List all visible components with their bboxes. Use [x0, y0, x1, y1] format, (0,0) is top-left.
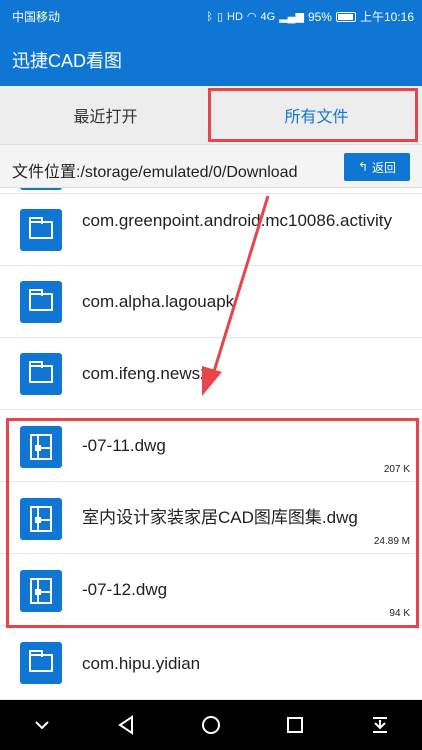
- back-button-label: 返回: [372, 160, 397, 175]
- notification-pull-button[interactable]: [360, 705, 400, 745]
- file-list[interactable]: com.greenpoint.android.mc10086.activity …: [0, 188, 422, 700]
- file-name: com.hipu.yidian: [82, 654, 201, 673]
- file-name: -07-11.dwg: [82, 436, 166, 455]
- tab-all-files[interactable]: 所有文件: [211, 86, 422, 144]
- dwg-file-icon: [20, 570, 62, 612]
- file-size: 94 K: [389, 608, 410, 619]
- list-item[interactable]: 室内设计家装家居CAD图库图集.dwg 24.89 M: [0, 482, 422, 554]
- list-item[interactable]: com.ifeng.news2: [0, 338, 422, 410]
- file-size: 207 K: [383, 464, 410, 475]
- hide-nav-button[interactable]: [22, 705, 62, 745]
- dwg-file-icon: [20, 426, 62, 468]
- chevron-down-icon: [35, 721, 49, 730]
- folder-icon: [20, 209, 62, 251]
- hd-badge: HD: [227, 10, 243, 23]
- list-item[interactable]: com.alpha.lagouapk: [0, 266, 422, 338]
- home-nav-button[interactable]: [191, 705, 231, 745]
- app-title: 迅捷CAD看图: [12, 51, 123, 71]
- network-type: 4G: [260, 10, 276, 23]
- tab-recent[interactable]: 最近打开: [0, 86, 211, 144]
- path-bar: 文件位置:/storage/emulated/0/Download ↰ 返回: [0, 144, 422, 188]
- folder-icon: [20, 353, 62, 395]
- signal-icon: ▂▄▆: [279, 10, 304, 23]
- status-bar: 中国移动 ᛒ ▯ HD ◠ 4G ▂▄▆ 95% 上午10:16: [0, 0, 422, 30]
- list-item[interactable]: -07-11.dwg 207 K: [0, 410, 422, 482]
- recents-nav-button[interactable]: [275, 705, 315, 745]
- triangle-back-icon: [117, 715, 133, 735]
- file-size: 24.89 M: [373, 536, 410, 547]
- app-bar: 迅捷CAD看图: [0, 30, 422, 86]
- folder-icon: [20, 281, 62, 323]
- circle-home-icon: [201, 716, 220, 734]
- navigation-bar: [0, 700, 422, 750]
- clock: 上午10:16: [359, 10, 414, 24]
- file-name: 室内设计家装家居CAD图库图集.dwg: [82, 508, 358, 527]
- file-name: com.greenpoint.android.mc10086.activity: [82, 211, 392, 230]
- current-path: 文件位置:/storage/emulated/0/Download: [12, 164, 298, 181]
- carrier-label: 中国移动: [12, 10, 61, 24]
- back-button[interactable]: ↰ 返回: [344, 153, 410, 181]
- list-item[interactable]: com.greenpoint.android.mc10086.activity: [0, 194, 422, 266]
- file-name: -07-12.dwg: [82, 580, 168, 599]
- folder-icon: [20, 642, 62, 684]
- pull-down-icon: [372, 717, 387, 733]
- file-name: com.alpha.lagouapk: [82, 292, 235, 311]
- list-item[interactable]: -07-12.dwg 94 K: [0, 554, 422, 626]
- battery-percent: 95%: [307, 9, 332, 24]
- back-arrow-icon: ↰: [357, 160, 369, 174]
- folder-icon: [20, 188, 62, 190]
- bluetooth-icon: ᛒ: [206, 10, 213, 23]
- square-recents-icon: [287, 717, 304, 733]
- wifi-icon: ◠: [246, 10, 257, 23]
- list-item[interactable]: com.hipu.yidian: [0, 626, 422, 700]
- battery-icon: [335, 11, 356, 22]
- vibrate-icon: ▯: [216, 10, 224, 23]
- status-icons: ᛒ ▯ HD ◠ 4G ▂▄▆ 95% 上午10:16: [206, 8, 414, 25]
- tab-bar: 最近打开 所有文件: [0, 86, 422, 144]
- dwg-file-icon: [20, 498, 62, 540]
- file-name: com.ifeng.news2: [82, 364, 210, 383]
- back-nav-button[interactable]: [107, 705, 147, 745]
